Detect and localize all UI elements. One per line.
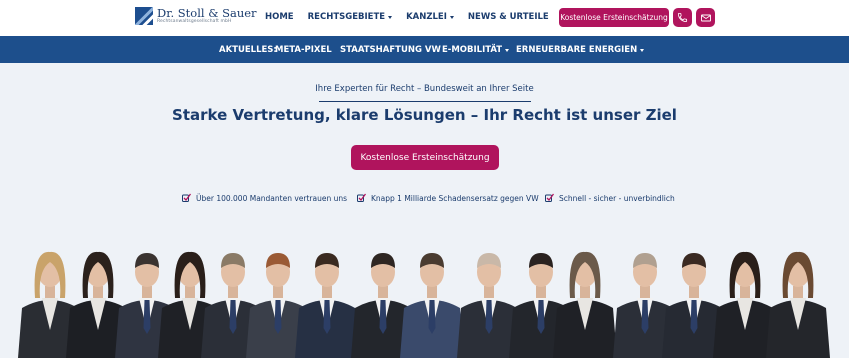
chevron-down-icon bbox=[505, 48, 510, 52]
news-bar-label: AKTUELLES: bbox=[219, 45, 277, 55]
brand-logo[interactable]: Dr. Stoll & Sauer Rechtsanwaltsgesellsch… bbox=[135, 7, 257, 25]
chevron-down-icon bbox=[388, 15, 393, 19]
brand-subtitle: Rechtsanwaltsgesellschaft mbH bbox=[157, 19, 232, 24]
news-link-erneuerbare-energien[interactable]: ERNEUERBARE ENERGIEN bbox=[516, 45, 645, 55]
check-icon bbox=[545, 193, 554, 202]
nav-item-news[interactable]: NEWS & URTEILE bbox=[468, 12, 549, 22]
mail-icon bbox=[700, 14, 711, 21]
tagline-divider bbox=[319, 101, 531, 102]
hero-headline: Starke Vertretung, klare Lösungen – Ihr … bbox=[172, 106, 677, 124]
check-icon bbox=[182, 193, 191, 202]
usp-item: Schnell - sicher - unverbindlich bbox=[545, 193, 675, 203]
chevron-down-icon bbox=[449, 15, 454, 19]
mail-button[interactable] bbox=[696, 8, 715, 27]
nav-item-rechtsgebiete[interactable]: RECHTSGEBIETE bbox=[308, 12, 393, 22]
main-nav: HOME RECHTSGEBIETE KANZLEI NEWS & URTEIL… bbox=[265, 12, 563, 22]
hero-tagline: Ihre Experten für Recht – Bundesweit an … bbox=[315, 84, 534, 94]
team-photo bbox=[18, 251, 830, 358]
site-header: Dr. Stoll & Sauer Rechtsanwaltsgesellsch… bbox=[0, 0, 849, 36]
hero-cta-button[interactable]: Kostenlose Ersteinschätzung bbox=[351, 145, 499, 170]
logo-mark-icon bbox=[135, 7, 153, 25]
news-link-staatshaftung-vw[interactable]: STAATSHAFTUNG VW bbox=[340, 45, 441, 55]
check-icon bbox=[357, 193, 366, 202]
phone-icon bbox=[677, 12, 688, 23]
team-member bbox=[400, 253, 464, 358]
chevron-down-icon bbox=[640, 48, 645, 52]
usp-item: Knapp 1 Milliarde Schadensersatz gegen V… bbox=[357, 193, 539, 203]
team-member bbox=[295, 253, 359, 358]
phone-button[interactable] bbox=[673, 8, 692, 27]
team-member bbox=[766, 251, 830, 358]
news-link-meta-pixel[interactable]: META-PIXEL bbox=[275, 45, 332, 55]
usp-item: Über 100.000 Mandanten vertrauen uns bbox=[182, 193, 347, 203]
brand-name: Dr. Stoll & Sauer bbox=[157, 5, 257, 20]
nav-item-kanzlei[interactable]: KANZLEI bbox=[406, 12, 454, 22]
header-cta-button[interactable]: Kostenlose Ersteinschätzung bbox=[559, 8, 669, 27]
news-link-e-mobilitaet[interactable]: E-MOBILITÄT bbox=[442, 45, 510, 55]
news-bar: AKTUELLES: META-PIXEL STAATSHAFTUNG VW E… bbox=[0, 36, 849, 63]
nav-item-home[interactable]: HOME bbox=[265, 12, 294, 22]
